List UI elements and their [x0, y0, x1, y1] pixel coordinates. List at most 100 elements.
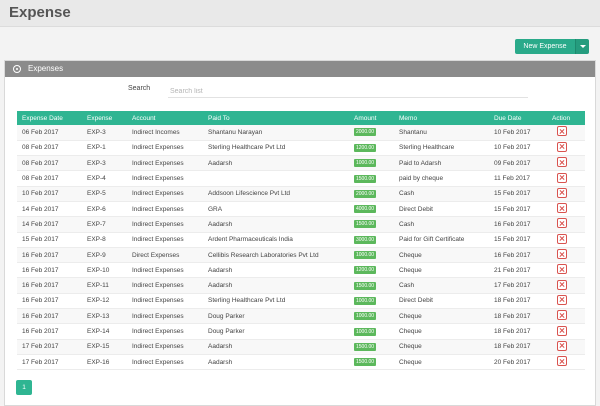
- expense-id-cell: EXP-4: [82, 170, 127, 187]
- amount-cell: 1200.00: [349, 140, 394, 157]
- action-cell: [547, 354, 585, 371]
- column-header[interactable]: Expense: [82, 111, 127, 125]
- account-cell: Indirect Expenses: [127, 201, 203, 218]
- expenses-table: Expense Date Expense Account Paid To Amo…: [17, 111, 585, 371]
- delete-icon[interactable]: [557, 187, 567, 198]
- action-cell: [547, 247, 585, 264]
- delete-icon[interactable]: [557, 126, 567, 137]
- delete-icon[interactable]: [557, 325, 567, 336]
- paid-to-cell: Shantanu Narayan: [203, 125, 349, 141]
- table-row[interactable]: 16 Feb 2017 EXP-13 Indirect Expenses Doug P…: [17, 308, 585, 325]
- paid-to-cell: Doug Parker: [203, 308, 349, 325]
- due-date-cell: 10 Feb 2017: [489, 140, 547, 157]
- paid-to-cell: Aadarsh: [203, 354, 349, 371]
- account-cell: Indirect Expenses: [127, 354, 203, 371]
- table-row[interactable]: 08 Feb 2017 EXP-3 Indirect Expenses Aadarsh…: [17, 155, 585, 172]
- due-date-cell: 18 Feb 2017: [489, 293, 547, 310]
- table-row[interactable]: 10 Feb 2017 EXP-5 Indirect Expenses Addsoon…: [17, 186, 585, 202]
- table-row[interactable]: 16 Feb 2017 EXP-10 Indirect Expenses Aadars…: [17, 262, 585, 279]
- delete-icon[interactable]: [557, 340, 567, 351]
- expense-date-cell: 08 Feb 2017: [17, 155, 82, 172]
- column-header[interactable]: Paid To: [203, 111, 349, 125]
- paid-to-cell: Sterling Healthcare Pvt Ltd: [203, 293, 349, 310]
- amount-badge: 4000.00: [354, 205, 377, 214]
- table-row[interactable]: 14 Feb 2017 EXP-6 Indirect Expenses GRA 4000…: [17, 201, 585, 218]
- expense-date-cell: 16 Feb 2017: [17, 277, 82, 294]
- action-cell: [547, 155, 585, 172]
- memo-cell: paid by cheque: [394, 170, 489, 187]
- account-cell: Indirect Expenses: [127, 170, 203, 187]
- column-header[interactable]: Account: [127, 111, 203, 125]
- table-row[interactable]: 16 Feb 2017 EXP-9 Direct Expenses Cellibis …: [17, 247, 585, 264]
- due-date-cell: 18 Feb 2017: [489, 308, 547, 325]
- table-row[interactable]: 15 Feb 2017 EXP-8 Indirect Expenses Ardent …: [17, 232, 585, 248]
- memo-cell: Cheque: [394, 308, 489, 325]
- delete-icon[interactable]: [557, 218, 567, 229]
- table-row[interactable]: 16 Feb 2017 EXP-11 Indirect Expenses Aadars…: [17, 277, 585, 294]
- account-cell: Direct Expenses: [127, 247, 203, 264]
- table-header-row: Expense Date Expense Account Paid To Amo…: [17, 111, 585, 125]
- chevron-down-icon[interactable]: [575, 39, 589, 54]
- delete-icon[interactable]: [557, 249, 567, 260]
- table-row[interactable]: 14 Feb 2017 EXP-7 Indirect Expenses Aadarsh…: [17, 216, 585, 233]
- page-title: Expense: [9, 4, 71, 21]
- paid-to-cell: Aadarsh: [203, 262, 349, 279]
- table-row[interactable]: 17 Feb 2017 EXP-15 Indirect Expenses Aadars…: [17, 339, 585, 355]
- account-cell: Indirect Expenses: [127, 262, 203, 279]
- amount-badge: 1500.00: [354, 358, 377, 367]
- amount-cell: 1000.00: [349, 293, 394, 310]
- action-cell: [547, 232, 585, 248]
- search-label: Search: [128, 85, 151, 92]
- delete-icon[interactable]: [557, 233, 567, 244]
- expense-id-cell: EXP-8: [82, 232, 127, 248]
- amount-cell: 1000.00: [349, 323, 394, 340]
- column-header[interactable]: Amount: [349, 111, 394, 125]
- memo-cell: Paid to Adarsh: [394, 155, 489, 172]
- search-input[interactable]: [168, 86, 528, 98]
- column-header[interactable]: Memo: [394, 111, 489, 125]
- delete-icon[interactable]: [557, 172, 567, 183]
- column-header[interactable]: Due Date: [489, 111, 547, 125]
- table-row[interactable]: 16 Feb 2017 EXP-14 Indirect Expenses Doug P…: [17, 323, 585, 340]
- delete-icon[interactable]: [557, 141, 567, 152]
- column-header[interactable]: Expense Date: [17, 111, 82, 125]
- table-row[interactable]: 08 Feb 2017 EXP-4 Indirect Expenses 1500.00…: [17, 170, 585, 187]
- new-expense-button[interactable]: New Expense: [515, 39, 575, 54]
- expense-id-cell: EXP-12: [82, 293, 127, 310]
- table-row[interactable]: 16 Feb 2017 EXP-12 Indirect Expenses Sterli…: [17, 293, 585, 310]
- delete-icon[interactable]: [557, 264, 567, 275]
- due-date-cell: 09 Feb 2017: [489, 155, 547, 172]
- delete-icon[interactable]: [557, 310, 567, 321]
- amount-cell: 1000.00: [349, 308, 394, 325]
- due-date-cell: 18 Feb 2017: [489, 323, 547, 340]
- expense-id-cell: EXP-10: [82, 262, 127, 279]
- eye-icon[interactable]: [13, 65, 21, 73]
- due-date-cell: 15 Feb 2017: [489, 201, 547, 218]
- table-row[interactable]: 08 Feb 2017 EXP-1 Indirect Expenses Sterlin…: [17, 140, 585, 157]
- expense-date-cell: 16 Feb 2017: [17, 323, 82, 340]
- expense-id-cell: EXP-3: [82, 155, 127, 172]
- expense-date-cell: 14 Feb 2017: [17, 201, 82, 218]
- action-cell: [547, 186, 585, 202]
- amount-cell: 1500.00: [349, 339, 394, 355]
- pagination-page-1[interactable]: 1: [16, 380, 32, 395]
- due-date-cell: 21 Feb 2017: [489, 262, 547, 279]
- delete-icon[interactable]: [557, 294, 567, 305]
- delete-icon[interactable]: [557, 203, 567, 214]
- expense-id-cell: EXP-15: [82, 339, 127, 355]
- expense-id-cell: EXP-9: [82, 247, 127, 264]
- expense-date-cell: 10 Feb 2017: [17, 186, 82, 202]
- table-row[interactable]: 17 Feb 2017 EXP-16 Indirect Expenses Aadars…: [17, 354, 585, 371]
- delete-icon[interactable]: [557, 279, 567, 290]
- due-date-cell: 15 Feb 2017: [489, 186, 547, 202]
- page-header: Expense: [0, 0, 600, 27]
- amount-badge: 1200.00: [354, 143, 377, 152]
- expense-date-cell: 16 Feb 2017: [17, 293, 82, 310]
- delete-icon[interactable]: [557, 356, 567, 367]
- amount-cell: 3000.00: [349, 232, 394, 248]
- account-cell: Indirect Expenses: [127, 216, 203, 233]
- expense-id-cell: EXP-14: [82, 323, 127, 340]
- table-row[interactable]: 06 Feb 2017 EXP-3 Indirect Incomes Shantanu…: [17, 125, 585, 141]
- delete-icon[interactable]: [557, 157, 567, 168]
- action-cell: [547, 140, 585, 157]
